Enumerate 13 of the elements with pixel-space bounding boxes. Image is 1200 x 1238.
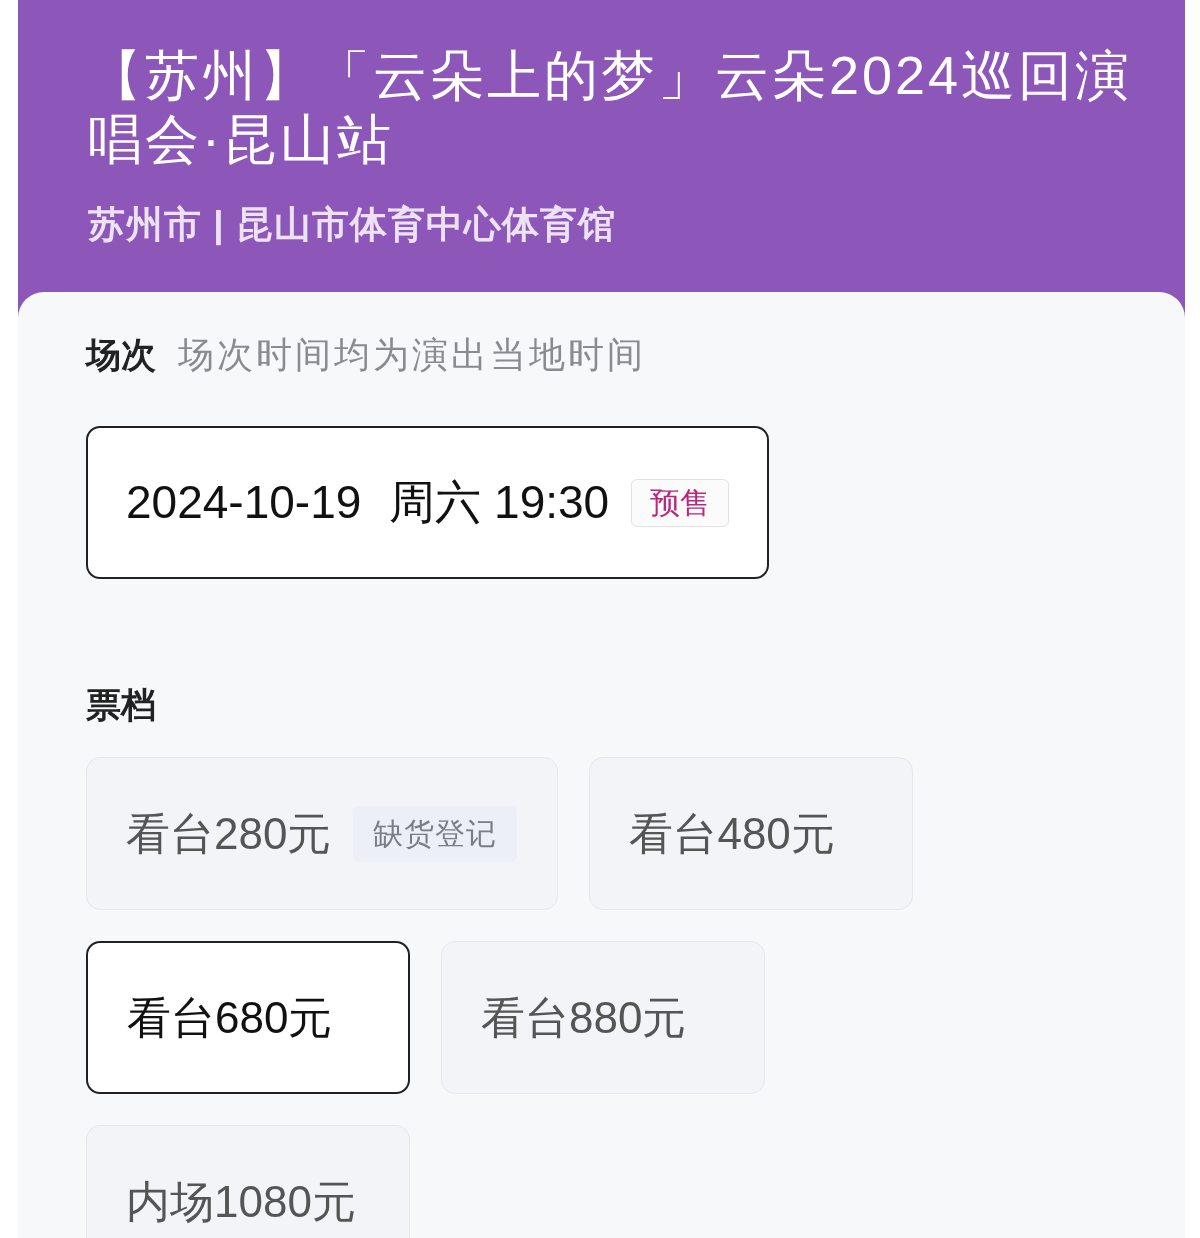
presale-tag: 预售 xyxy=(631,478,730,527)
venue-text: 苏州市 | 昆山市体育中心体育馆 xyxy=(88,203,616,248)
ticket-tier-option[interactable]: 看台880元 xyxy=(441,941,765,1094)
hint-text: 场次时间均为演出当地时间 xyxy=(178,333,646,377)
ticket-tier-option[interactable]: 看台480元 xyxy=(589,757,914,910)
ticket-tier-option[interactable]: 内场1080元 xyxy=(86,1125,410,1238)
ticket-tier-option[interactable]: 看台680元 xyxy=(86,941,410,1094)
ticket-tier-option[interactable]: 看台280元 缺货登记 xyxy=(86,757,559,910)
section-label: 票档 xyxy=(86,684,156,726)
sold-out-tag: 缺货登记 xyxy=(353,805,518,862)
section-label: 场次 xyxy=(86,333,156,376)
event-title: 【苏州】「云朵上的梦」云朵2024巡回演唱会·昆山站 xyxy=(88,44,1134,171)
session-option[interactable]: 2024-10-19 周六 19:30 预售 xyxy=(86,426,770,579)
